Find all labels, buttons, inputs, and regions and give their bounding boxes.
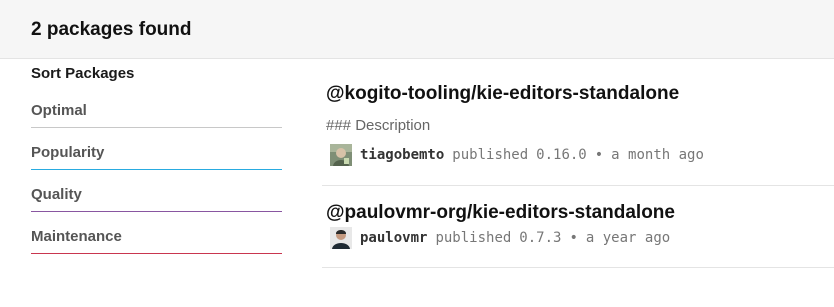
user-avatar-icon[interactable] — [330, 144, 352, 166]
package-name-link[interactable]: @kogito-tooling/kie-editors-standalone — [326, 83, 679, 105]
sort-option-optimal[interactable]: Optimal — [31, 100, 282, 128]
sort-option-quality[interactable]: Quality — [31, 184, 282, 212]
package-result-item: @paulovmr-org/kie-editors-standalone pau… — [322, 186, 834, 268]
user-avatar-icon[interactable] — [330, 227, 352, 249]
sort-packages-heading: Sort Packages — [31, 65, 135, 82]
package-version: 0.16.0 — [536, 147, 587, 163]
package-publish-info: paulovmr published 0.7.3 • a year ago — [330, 227, 670, 249]
published-label: published — [435, 230, 512, 246]
package-version: 0.7.3 — [519, 230, 562, 246]
results-header: 2 packages found — [0, 0, 834, 59]
publisher-link[interactable]: tiagobemto — [360, 147, 444, 163]
results-count-title: 2 packages found — [31, 19, 192, 40]
published-time: a month ago — [611, 147, 704, 163]
sort-option-popularity[interactable]: Popularity — [31, 142, 282, 170]
published-label: published — [452, 147, 529, 163]
meta-separator: • — [594, 147, 604, 163]
sort-sidebar: Sort Packages Optimal Popularity Quality… — [31, 64, 282, 254]
package-result-item: @kogito-tooling/kie-editors-standalone #… — [322, 64, 834, 186]
meta-separator: • — [569, 230, 578, 246]
published-time: a year ago — [585, 230, 671, 246]
package-publish-info: tiagobemto published 0.16.0 • a month ag… — [330, 144, 704, 166]
package-name-link[interactable]: @paulovmr-org/kie-editors-standalone — [326, 202, 675, 224]
sort-option-maintenance[interactable]: Maintenance — [31, 226, 282, 254]
publisher-link[interactable]: paulovmr — [360, 230, 427, 246]
package-description: ### Description — [326, 117, 431, 134]
